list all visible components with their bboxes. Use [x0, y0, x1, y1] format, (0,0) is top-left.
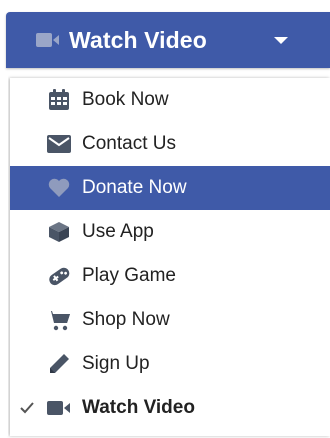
pencil-icon — [46, 342, 72, 386]
calendar-icon — [46, 78, 72, 122]
video-camera-icon — [46, 386, 72, 430]
menu-item-contact-us[interactable]: Contact Us — [10, 122, 330, 166]
cube-icon — [46, 210, 72, 254]
menu-item-shop-now[interactable]: Shop Now — [10, 298, 330, 342]
video-camera-icon — [36, 32, 60, 48]
dropdown-widget: Watch Video Book Now Contact Us Donate N… — [0, 0, 330, 438]
menu-item-play-game[interactable]: Play Game — [10, 254, 330, 298]
shopping-cart-icon — [46, 298, 72, 342]
watch-video-dropdown-button[interactable]: Watch Video — [6, 12, 330, 68]
menu-item-sign-up[interactable]: Sign Up — [10, 342, 330, 386]
dropdown-menu: Book Now Contact Us Donate Now Use App P… — [0, 74, 330, 436]
gamepad-icon — [46, 254, 72, 298]
menu-item-label: Contact Us — [82, 133, 176, 154]
envelope-icon — [46, 122, 72, 166]
menu-item-watch-video[interactable]: Watch Video — [10, 386, 330, 430]
menu-item-label: Use App — [82, 221, 154, 242]
menu-item-label: Shop Now — [82, 309, 170, 330]
menu-item-use-app[interactable]: Use App — [10, 210, 330, 254]
heart-icon — [46, 166, 72, 210]
menu-item-label: Book Now — [82, 89, 169, 110]
menu-item-label: Play Game — [82, 265, 176, 286]
caret-down-icon — [274, 37, 288, 44]
menu-item-label: Donate Now — [82, 177, 187, 198]
menu-item-donate-now[interactable]: Donate Now — [10, 166, 330, 210]
menu-item-label: Sign Up — [82, 353, 150, 374]
dropdown-button-label: Watch Video — [69, 26, 207, 53]
checkmark-icon — [20, 386, 38, 430]
menu-item-label: Watch Video — [82, 397, 195, 418]
menu-item-book-now[interactable]: Book Now — [10, 78, 330, 122]
